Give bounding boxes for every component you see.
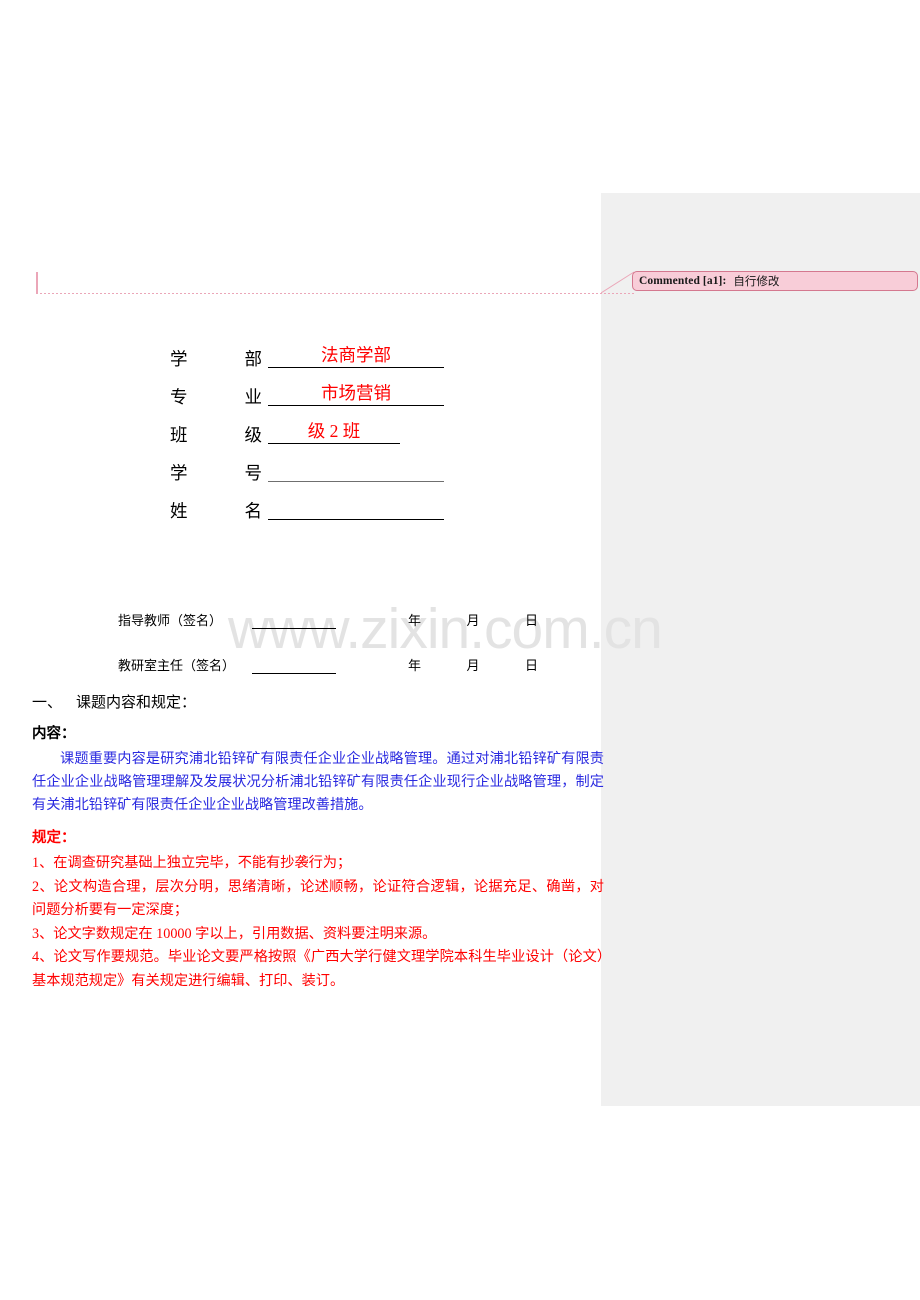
form-label-student-id: 学 号 (170, 460, 262, 485)
comment-author-label: Commented [a1]: (639, 275, 727, 287)
body-content: 一、 课题内容和规定： 内容： 课题重要内容是研究浦北铅锌矿有限责任企业企业战略管… (32, 691, 604, 993)
signature-row-advisor: 指导教师（签名） 年 月 日 (118, 606, 538, 651)
signature-date-advisor-year: 年 (408, 613, 422, 628)
form-row-class: 班 级 级 2 班 (170, 420, 460, 458)
comment-anchor-dotted-line (36, 293, 636, 294)
signature-rule-office-head[interactable] (252, 673, 336, 674)
form-value-class: 级 2 班 (307, 421, 361, 441)
signature-date-office-head-day: 日 (524, 658, 538, 673)
content-paragraph: 课题重要内容是研究浦北铅锌矿有限责任企业企业战略管理。通过对浦北铅锌矿有限责任企… (32, 751, 604, 813)
form-rule-major (268, 405, 444, 406)
signature-row-office-head: 教研室主任（签名） 年 月 日 (118, 651, 538, 696)
form-label-name-char1: 姓 (170, 501, 188, 521)
form-label-department-char2: 部 (244, 349, 263, 369)
form-row-student-id: 学 号 (170, 458, 460, 496)
form-rule-department (268, 367, 444, 368)
comment-anchor-vertical-bar (36, 272, 38, 293)
form-label-student-id-char1: 学 (170, 463, 188, 483)
form-label-class: 班 级 (170, 422, 262, 447)
requirement-item: 1、在调查研究基础上独立完毕，不能有抄袭行为； (32, 855, 352, 871)
signature-label-advisor: 指导教师（签名） (118, 613, 223, 628)
section-number: 一、 (32, 695, 63, 711)
form-row-major: 专 业 市场营销 (170, 382, 460, 420)
form-label-major-char1: 专 (170, 387, 188, 407)
form-label-major-char2: 业 (244, 387, 263, 407)
signature-date-advisor-day: 日 (524, 613, 538, 628)
requirements-heading: 规定： (32, 830, 76, 846)
signature-date-office-head-month: 月 (466, 658, 480, 673)
requirement-item: 2、论文构造合理，层次分明，思绪清晰，论述顺畅，论证符合逻辑，论据充足、确凿，对… (32, 878, 604, 919)
form-value-department: 法商学部 (321, 345, 391, 365)
requirement-item: 4、论文写作要规范。毕业论文要严格按照《广西大学行健文理学院本科生毕业设计（论文… (32, 949, 604, 989)
form-label-student-id-char2: 号 (244, 463, 263, 483)
cover-form: 学 部 法商学部 专 业 市场营销 班 级 级 2 班 学 号 姓 名 (170, 344, 460, 534)
form-value-major: 市场营销 (321, 383, 391, 403)
signature-date-office-head: 年 月 日 (408, 655, 538, 674)
comment-anchor-bracket (36, 272, 636, 294)
form-rule-student-id (268, 481, 444, 482)
signature-label-office-head: 教研室主任（签名） (118, 658, 236, 673)
requirement-item: 3、论文字数规定在 10000 字以上，引用数据、资料要注明来源。 (32, 925, 437, 942)
form-label-department: 学 部 (170, 346, 262, 371)
section-title: 课题内容和规定： (76, 695, 197, 711)
form-rule-name (268, 519, 444, 520)
signature-block: 指导教师（签名） 年 月 日 教研室主任（签名） 年 月 日 (118, 606, 538, 696)
form-label-class-char1: 班 (170, 425, 188, 445)
form-label-department-char1: 学 (170, 349, 188, 369)
signature-date-advisor-month: 月 (466, 613, 480, 628)
document-page: Commented [a1]: 自行修改 www.zixin.com.cn 学 … (0, 0, 920, 1300)
form-row-department: 学 部 法商学部 (170, 344, 460, 382)
signature-date-advisor: 年 月 日 (408, 610, 538, 629)
form-label-class-char2: 级 (244, 425, 263, 445)
comment-balloon[interactable]: Commented [a1]: 自行修改 (632, 271, 918, 291)
signature-date-office-head-year: 年 (408, 658, 422, 673)
comment-body-text: 自行修改 (733, 274, 780, 288)
form-label-name: 姓 名 (170, 498, 262, 523)
section-heading: 一、 课题内容和规定： (32, 691, 604, 712)
form-rule-class (268, 443, 400, 444)
content-heading: 内容： (32, 726, 76, 742)
requirements-list: 1、在调查研究基础上独立完毕，不能有抄袭行为； 2、论文构造合理，层次分明，思绪… (32, 852, 604, 993)
form-label-name-char2: 名 (244, 501, 263, 521)
signature-rule-advisor[interactable] (252, 628, 336, 629)
comment-leader-line (601, 268, 635, 294)
form-row-name: 姓 名 (170, 496, 460, 534)
form-label-major: 专 业 (170, 384, 262, 409)
